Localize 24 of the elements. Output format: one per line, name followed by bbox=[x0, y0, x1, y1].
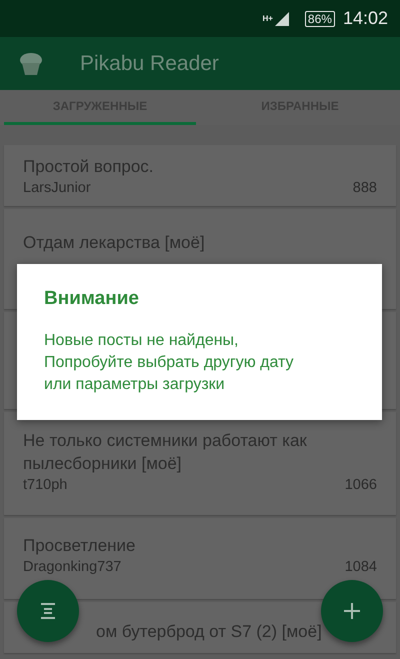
post-card[interactable]: Просветление Dragonking737 1084 bbox=[4, 518, 396, 599]
battery-indicator: 86% bbox=[304, 10, 335, 26]
dialog-message: Новые посты не найдены, Попробуйте выбрать другую дату или параметры загрузки bbox=[44, 331, 294, 395]
post-title: Простой вопрос. bbox=[23, 156, 155, 178]
plus-icon bbox=[343, 602, 361, 620]
clock: 14:02 bbox=[342, 8, 388, 29]
app-title: Pikabu Reader bbox=[80, 52, 219, 76]
post-rating: 888 bbox=[352, 180, 377, 196]
post-title: ом бутерброд от S7 (2) [моё] bbox=[96, 621, 323, 643]
post-title: Не только системники работают как пылесборники [моё] bbox=[23, 430, 308, 475]
post-author: LarsJunior bbox=[23, 180, 91, 196]
post-title: Отдам лекарства [моё] bbox=[23, 232, 206, 254]
post-author: t710ph bbox=[23, 477, 68, 493]
align-center-icon bbox=[39, 602, 57, 620]
network-type: H+ bbox=[262, 14, 273, 23]
post-title: Просветление bbox=[23, 535, 136, 557]
dialog-title: Внимание bbox=[44, 288, 140, 310]
post-author: Dragonking737 bbox=[23, 559, 122, 575]
signal-icon bbox=[274, 12, 289, 26]
post-rating: 1084 bbox=[344, 559, 377, 575]
post-rating: 1066 bbox=[344, 477, 377, 493]
post-card[interactable]: Не только системники работают как пылесборники [моё] t710ph 1066 bbox=[4, 412, 396, 515]
cupcake-icon bbox=[18, 52, 44, 76]
post-card[interactable]: Простой вопрос. LarsJunior 888 bbox=[4, 145, 396, 206]
